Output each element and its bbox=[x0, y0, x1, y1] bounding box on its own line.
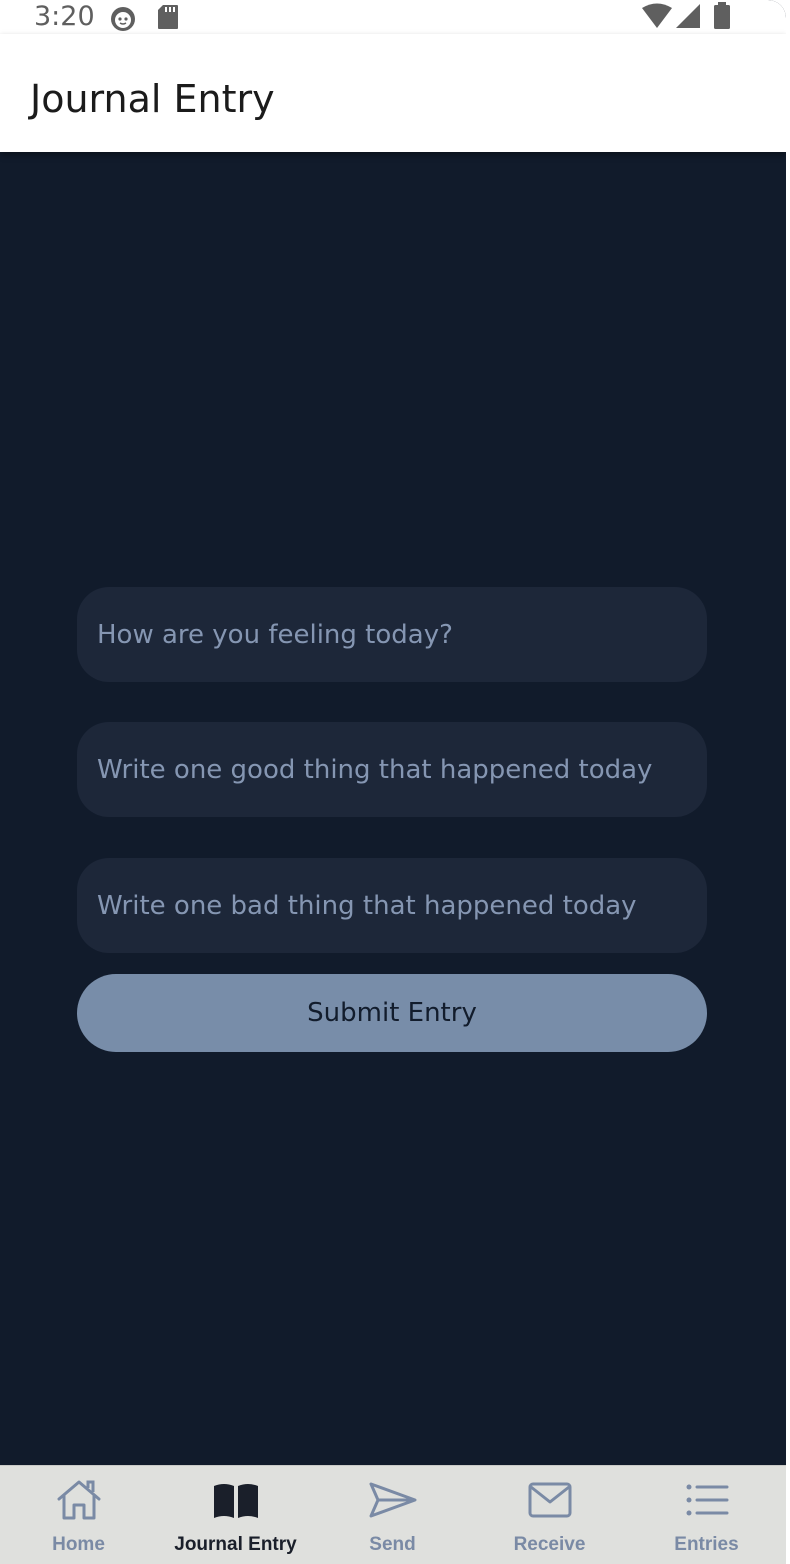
nav-label-home: Home bbox=[52, 1534, 105, 1555]
list-icon bbox=[682, 1478, 732, 1522]
nav-item-receive[interactable]: Receive bbox=[471, 1466, 628, 1564]
page-title: Journal Entry bbox=[30, 77, 275, 121]
cat-face-icon bbox=[109, 4, 137, 37]
bottom-nav: Home Journal Entry Send Receive Entries bbox=[0, 1465, 786, 1564]
nav-item-send[interactable]: Send bbox=[314, 1466, 471, 1564]
battery-icon bbox=[712, 2, 732, 35]
wifi-icon bbox=[641, 3, 673, 34]
home-icon bbox=[54, 1478, 104, 1522]
bad-thing-field[interactable] bbox=[77, 858, 707, 953]
bad-thing-input[interactable] bbox=[97, 890, 687, 921]
nav-label-send: Send bbox=[369, 1534, 416, 1555]
nav-label-receive: Receive bbox=[513, 1534, 586, 1555]
feeling-field[interactable] bbox=[77, 587, 707, 682]
nav-label-journal-entry: Journal Entry bbox=[174, 1534, 297, 1555]
status-time: 3:20 bbox=[34, 1, 95, 32]
sd-card-icon bbox=[157, 4, 179, 35]
good-thing-input[interactable] bbox=[97, 754, 687, 785]
nav-item-journal-entry[interactable]: Journal Entry bbox=[157, 1466, 314, 1564]
feeling-input[interactable] bbox=[97, 619, 687, 650]
nav-item-entries[interactable]: Entries bbox=[628, 1466, 785, 1564]
journal-entry-screen: 3:20 Journal Entry How are you feeling t… bbox=[0, 0, 786, 1564]
mail-icon bbox=[525, 1478, 575, 1522]
nav-label-entries: Entries bbox=[674, 1534, 739, 1555]
book-open-icon bbox=[211, 1478, 261, 1522]
nav-item-home[interactable]: Home bbox=[0, 1466, 157, 1564]
good-thing-field[interactable] bbox=[77, 722, 707, 817]
cell-signal-icon bbox=[674, 3, 702, 34]
send-icon bbox=[368, 1478, 418, 1522]
submit-entry-button[interactable]: Submit Entry bbox=[77, 974, 707, 1052]
status-bar: 3:20 bbox=[0, 0, 786, 34]
app-bar: Journal Entry bbox=[0, 34, 786, 152]
